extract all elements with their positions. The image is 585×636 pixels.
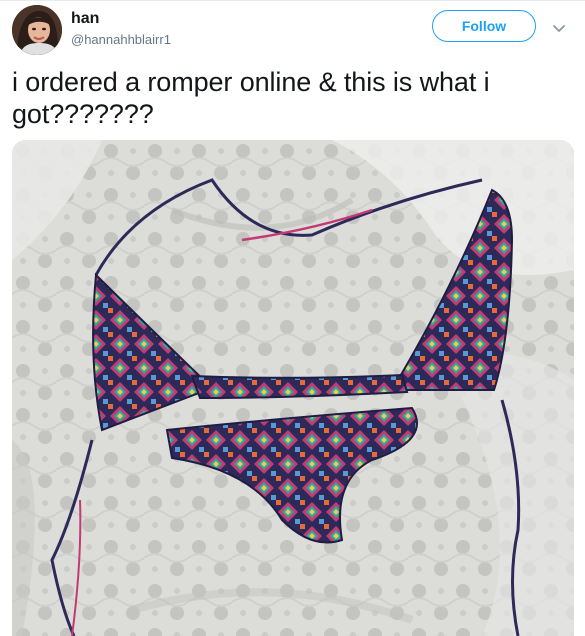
photo-of-patterned-bikini-on-bed-icon — [12, 140, 574, 636]
follow-button[interactable]: Follow — [432, 10, 536, 42]
chevron-down-icon[interactable] — [551, 20, 567, 36]
display-name[interactable]: han — [71, 9, 99, 29]
profile-photo-icon — [12, 5, 62, 55]
top-divider — [0, 0, 585, 1]
avatar[interactable] — [12, 5, 62, 55]
tweet-text: i ordered a romper online & this is what… — [12, 67, 490, 129]
tweet-photo[interactable] — [12, 140, 574, 636]
user-handle[interactable]: @hannahhblairr1 — [71, 31, 171, 49]
